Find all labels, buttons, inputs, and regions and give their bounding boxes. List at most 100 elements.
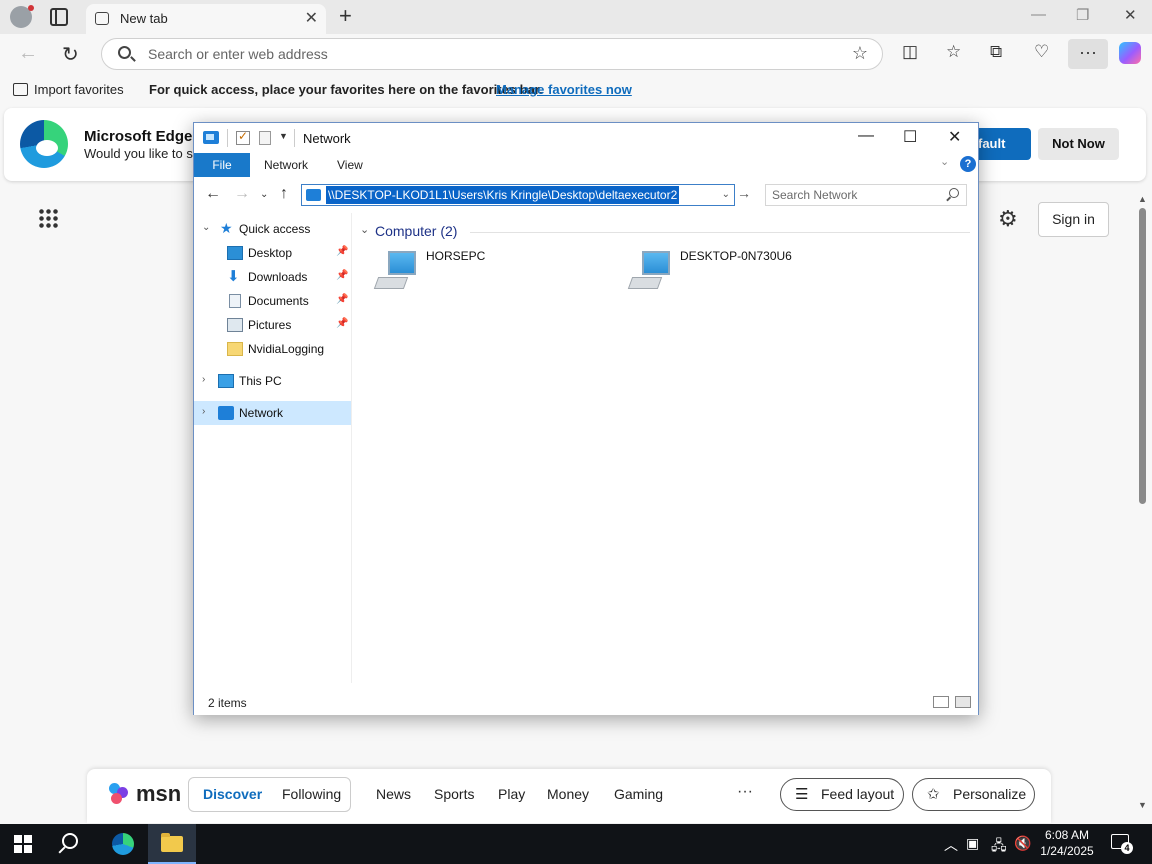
close-icon[interactable]: ✕ xyxy=(1124,6,1137,24)
explorer-title: Network xyxy=(303,131,351,146)
computer-name: HORSEPC xyxy=(426,249,486,263)
explorer-titlebar[interactable]: ▼ Network — ☐ ✕ xyxy=(194,123,978,153)
more-icon[interactable]: ··· xyxy=(1068,39,1108,69)
tree-item-pictures[interactable]: Pictures 📌 xyxy=(194,313,351,337)
msn-tab-discover[interactable]: Discover xyxy=(203,786,262,802)
msn-tab-sports[interactable]: Sports xyxy=(434,786,474,802)
msn-logo-icon xyxy=(109,783,131,805)
network-computer-item[interactable]: DESKTOP-0N730U6 xyxy=(610,249,830,295)
network-status-icon[interactable]: 🖧 xyxy=(991,835,1007,859)
collections-icon[interactable]: ⧉ xyxy=(990,42,1002,62)
tree-item-quick-access[interactable]: ⌄ ★ Quick access xyxy=(194,217,351,241)
msn-more-icon[interactable]: ··· xyxy=(737,783,753,801)
explorer-close-icon[interactable]: ✕ xyxy=(948,127,961,147)
tab-actions-icon[interactable] xyxy=(50,8,68,26)
taskbar-edge[interactable] xyxy=(99,824,147,864)
ribbon-tab-view[interactable]: View xyxy=(337,158,363,172)
network-icon xyxy=(218,406,234,420)
scroll-down-icon[interactable]: ▼ xyxy=(1138,800,1147,810)
star-icon[interactable]: ☆ xyxy=(852,43,868,64)
msn-tab-news[interactable]: News xyxy=(376,786,411,802)
health-icon[interactable]: ♡ xyxy=(1034,42,1049,62)
tree-item-desktop[interactable]: Desktop 📌 xyxy=(194,241,351,265)
network-computer-item[interactable]: HORSEPC xyxy=(356,249,576,295)
chevron-right-icon[interactable]: › xyxy=(202,374,205,385)
new-tab-button[interactable]: + xyxy=(339,3,352,29)
banner-text: Would you like to se xyxy=(84,146,201,161)
address-bar[interactable]: ☆ xyxy=(101,38,883,70)
tray-app-icon[interactable]: ▣ xyxy=(966,835,979,852)
tray-chevron-up-icon[interactable]: ︿ xyxy=(944,835,958,855)
forward-arrow-icon[interactable]: → xyxy=(234,185,250,203)
feed-layout-button[interactable]: ☰ Feed layout xyxy=(780,778,904,811)
msn-tab-play[interactable]: Play xyxy=(498,786,525,802)
tree-item-downloads[interactable]: ⬇ Downloads 📌 xyxy=(194,265,351,289)
star-icon: ★ xyxy=(220,220,233,236)
new-folder-icon[interactable] xyxy=(259,131,271,145)
group-header[interactable]: Computer (2) xyxy=(375,223,457,239)
scroll-up-icon[interactable]: ▲ xyxy=(1138,194,1147,204)
scroll-thumb[interactable] xyxy=(1139,208,1146,504)
taskbar-file-explorer[interactable] xyxy=(148,824,196,864)
chevron-down-icon[interactable]: ⌄ xyxy=(360,223,369,236)
address-input[interactable] xyxy=(148,40,828,68)
import-favorites-button[interactable]: Import favorites xyxy=(34,82,124,97)
recent-locations-icon[interactable]: ⌄ xyxy=(260,189,268,200)
not-now-button[interactable]: Not Now xyxy=(1038,128,1119,160)
search-icon xyxy=(949,188,959,198)
restore-icon[interactable]: ❐ xyxy=(1076,6,1089,24)
favorites-icon[interactable]: ☆ xyxy=(946,42,961,62)
divider xyxy=(294,129,295,147)
properties-icon[interactable] xyxy=(236,129,250,145)
chevron-right-icon[interactable]: › xyxy=(202,406,205,417)
large-icons-view-icon[interactable] xyxy=(955,696,971,708)
search-network-input[interactable] xyxy=(772,187,937,203)
quick-access-toolbar-dropdown-icon[interactable]: ▼ xyxy=(279,131,288,141)
taskbar-search-icon[interactable] xyxy=(62,833,78,849)
tree-item-documents[interactable]: Documents 📌 xyxy=(194,289,351,313)
up-arrow-icon[interactable]: ↑ xyxy=(280,185,288,203)
close-tab-icon[interactable]: ✕ xyxy=(305,8,318,28)
copilot-icon[interactable] xyxy=(1119,42,1141,64)
tree-item-this-pc[interactable]: › This PC xyxy=(194,369,351,393)
tree-item-nvidialogging[interactable]: NvidiaLogging xyxy=(194,337,351,361)
ribbon-tab-file[interactable]: File xyxy=(194,153,250,177)
sparkle-icon: ✩ xyxy=(927,786,940,803)
tree-label: This PC xyxy=(239,374,282,388)
explorer-minimize-icon[interactable]: — xyxy=(858,127,874,145)
gear-icon[interactable]: ⚙ xyxy=(998,206,1018,232)
folder-icon xyxy=(227,342,243,356)
explorer-address-bar[interactable]: \\DESKTOP-LKOD1L1\Users\Kris Kringle\Des… xyxy=(301,184,735,206)
apps-grid-icon[interactable] xyxy=(38,208,58,228)
expand-ribbon-icon[interactable]: ⌄ xyxy=(940,155,949,168)
profile-avatar[interactable] xyxy=(10,5,34,28)
split-screen-icon[interactable]: ◫ xyxy=(902,42,918,62)
refresh-icon[interactable]: ↻ xyxy=(62,42,79,67)
minimize-icon[interactable]: — xyxy=(1031,6,1046,23)
ribbon-tab-network[interactable]: Network xyxy=(264,158,308,172)
explorer-maximize-icon[interactable]: ☐ xyxy=(903,127,917,147)
back-icon[interactable]: ← xyxy=(18,42,38,65)
details-view-icon[interactable] xyxy=(933,696,949,708)
tab-new-tab[interactable]: New tab ✕ xyxy=(86,4,326,34)
msn-tab-following[interactable]: Following xyxy=(282,786,341,802)
personalize-button[interactable]: ✩ Personalize xyxy=(912,778,1035,811)
msn-tab-gaming[interactable]: Gaming xyxy=(614,786,663,802)
go-arrow-icon[interactable]: → xyxy=(737,185,751,201)
start-icon[interactable] xyxy=(14,835,32,853)
volume-muted-icon[interactable]: 🔇 xyxy=(1014,835,1031,852)
explorer-search-box[interactable] xyxy=(765,184,967,206)
clock[interactable]: 6:08 AM 1/24/2025 xyxy=(1036,827,1098,859)
help-icon[interactable]: ? xyxy=(960,156,976,172)
address-dropdown-icon[interactable]: ⌄ xyxy=(722,189,730,200)
manage-favorites-link[interactable]: Manage favorites now xyxy=(496,82,632,97)
network-icon xyxy=(306,189,321,201)
sign-in-button[interactable]: Sign in xyxy=(1038,202,1109,237)
chevron-down-icon[interactable]: ⌄ xyxy=(202,222,210,233)
tree-item-network[interactable]: › Network xyxy=(194,401,351,425)
page-scrollbar[interactable]: ▲ ▼ xyxy=(1136,194,1148,824)
back-arrow-icon[interactable]: ← xyxy=(205,185,221,203)
address-path[interactable]: \\DESKTOP-LKOD1L1\Users\Kris Kringle\Des… xyxy=(326,186,680,204)
tree-label: Network xyxy=(239,406,284,420)
msn-tab-money[interactable]: Money xyxy=(547,786,589,802)
